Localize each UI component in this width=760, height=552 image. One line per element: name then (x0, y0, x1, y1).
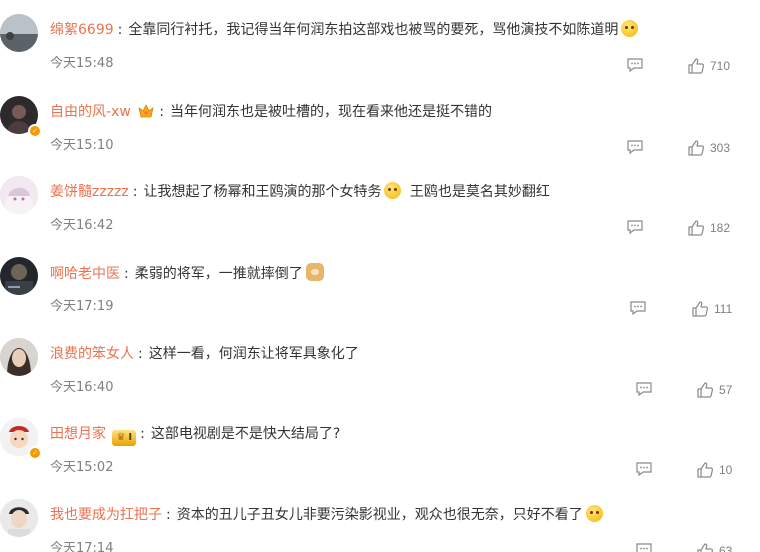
like-count: 63 (719, 544, 733, 552)
comment-text: 这部电视剧是不是快大结局了? (150, 426, 341, 442)
comment-item: 我也要成为扛把子: 资本的丑儿子丑女儿非要污染影视业，观众也很无奈，只好不看了 今… (0, 499, 760, 552)
comment-content: 浪费的笨女人: 这样一看，何润东让将军具象化了 (50, 346, 359, 362)
comment-content: 绵絮6699: 全靠同行衬托，我记得当年何润东拍这部戏也被骂的要死，骂他演技不如陈… (50, 20, 639, 40)
reply-icon[interactable] (627, 140, 643, 154)
timestamp: 今天17:14 (50, 541, 114, 552)
avatar[interactable] (0, 257, 38, 295)
doge-emoji-icon (305, 263, 324, 281)
comment-text: 柔弱的将军，一推就摔倒了 (134, 266, 303, 282)
username-link[interactable]: 浪费的笨女人 (50, 346, 134, 362)
comment-item: 啊哈老中医: 柔弱的将军，一推就摔倒了 今天17:19 111 (0, 257, 760, 337)
thumbs-up-icon (697, 462, 713, 478)
username-link[interactable]: 姜饼髓zzzzz (50, 184, 129, 200)
comment-text: 资本的丑儿子丑女儿非要污染影视业，观众也很无奈，只好不看了 (176, 507, 583, 523)
timestamp: 今天17:19 (50, 299, 114, 314)
timestamp: 今天15:48 (50, 56, 114, 71)
reply-icon[interactable] (636, 543, 652, 552)
timestamp: 今天16:40 (50, 380, 114, 395)
thumbs-up-icon (688, 58, 704, 74)
comment-content: 自由的风-xw : 当年何润东也是被吐槽的，现在看来他还是挺不错的 (50, 104, 492, 120)
like-count: 182 (710, 221, 731, 235)
comment-text-continued: 王鸥也是莫名其妙翻红 (409, 184, 550, 200)
comment-item: ✓ 自由的风-xw : 当年何润东也是被吐槽的，现在看来他还是挺不错的 今天15:… (0, 96, 760, 176)
comment-content: 姜饼髓zzzzz: 让我想起了杨幂和王鸥演的那个女特务 王鸥也是莫名其妙翻红 (50, 182, 550, 200)
timestamp: 今天15:02 (50, 460, 114, 475)
comment-content: 啊哈老中医: 柔弱的将军，一推就摔倒了 (50, 263, 324, 284)
like-count: 57 (719, 383, 733, 397)
comment-text: 全靠同行衬托，我记得当年何润东拍这部戏也被骂的要死，骂他演技不如陈道明 (128, 22, 619, 38)
thumbs-up-icon (697, 543, 713, 552)
thumbs-up-icon (688, 140, 704, 156)
like-button[interactable]: 63 (697, 542, 732, 552)
comment-content: 我也要成为扛把子: 资本的丑儿子丑女儿非要污染影视业，观众也很无奈，只好不看了 (50, 505, 603, 525)
verified-badge-icon: ✓ (28, 124, 42, 138)
laugh-cry-emoji-icon (384, 182, 402, 199)
comment-item: ✓ 田想月家 ♛ I: 这部电视剧是不是快大结局了? 今天15:02 10 (0, 418, 760, 498)
comment-text: 这样一看，何润东让将军具象化了 (148, 346, 359, 362)
like-button[interactable]: 57 (697, 381, 732, 399)
like-count: 10 (719, 463, 733, 477)
sweat-emoji-icon (585, 505, 603, 522)
thumbs-up-icon (692, 301, 708, 317)
fan-level-badge: ♛ I (112, 430, 137, 446)
reply-icon[interactable] (627, 220, 643, 234)
avatar[interactable] (0, 499, 38, 537)
reply-icon[interactable] (636, 462, 652, 476)
avatar[interactable] (0, 14, 38, 52)
like-button[interactable]: 303 (688, 139, 730, 157)
comment-text: 让我想起了杨幂和王鸥演的那个女特务 (143, 184, 382, 200)
reply-icon[interactable] (627, 58, 643, 72)
reply-icon[interactable] (630, 301, 646, 315)
avatar[interactable] (0, 176, 38, 214)
timestamp: 今天15:10 (50, 138, 114, 153)
comment-text: 当年何润东也是被吐槽的，现在看来他还是挺不错的 (169, 104, 492, 120)
comment-item: 姜饼髓zzzzz: 让我想起了杨幂和王鸥演的那个女特务 王鸥也是莫名其妙翻红 今天… (0, 176, 760, 256)
comment-item: 绵絮6699: 全靠同行衬托，我记得当年何润东拍这部戏也被骂的要死，骂他演技不如陈… (0, 14, 760, 94)
like-count: 303 (710, 141, 731, 155)
comment-item: 浪费的笨女人: 这样一看，何润东让将军具象化了 今天16:40 57 (0, 338, 760, 418)
username-link[interactable]: 田想月家 (50, 426, 106, 442)
vip-crown-icon (138, 104, 154, 118)
reply-icon[interactable] (636, 382, 652, 396)
username-link[interactable]: 我也要成为扛把子 (50, 507, 162, 523)
comment-content: 田想月家 ♛ I: 这部电视剧是不是快大结局了? (50, 424, 340, 446)
username-link[interactable]: 绵絮6699 (50, 22, 114, 38)
like-count: 710 (710, 59, 731, 73)
like-button[interactable]: 10 (697, 461, 732, 479)
laugh-cry-emoji-icon (621, 20, 639, 37)
like-count: 111 (714, 302, 733, 316)
thumbs-up-icon (697, 382, 713, 398)
like-button[interactable]: 710 (688, 57, 730, 75)
thumbs-up-icon (688, 220, 704, 236)
timestamp: 今天16:42 (50, 218, 114, 233)
like-button[interactable]: 111 (692, 300, 732, 318)
username-link[interactable]: 自由的风-xw (50, 104, 131, 120)
verified-badge-icon: ✓ (28, 446, 42, 460)
username-link[interactable]: 啊哈老中医 (50, 266, 120, 282)
avatar[interactable] (0, 338, 38, 376)
like-button[interactable]: 182 (688, 219, 730, 237)
